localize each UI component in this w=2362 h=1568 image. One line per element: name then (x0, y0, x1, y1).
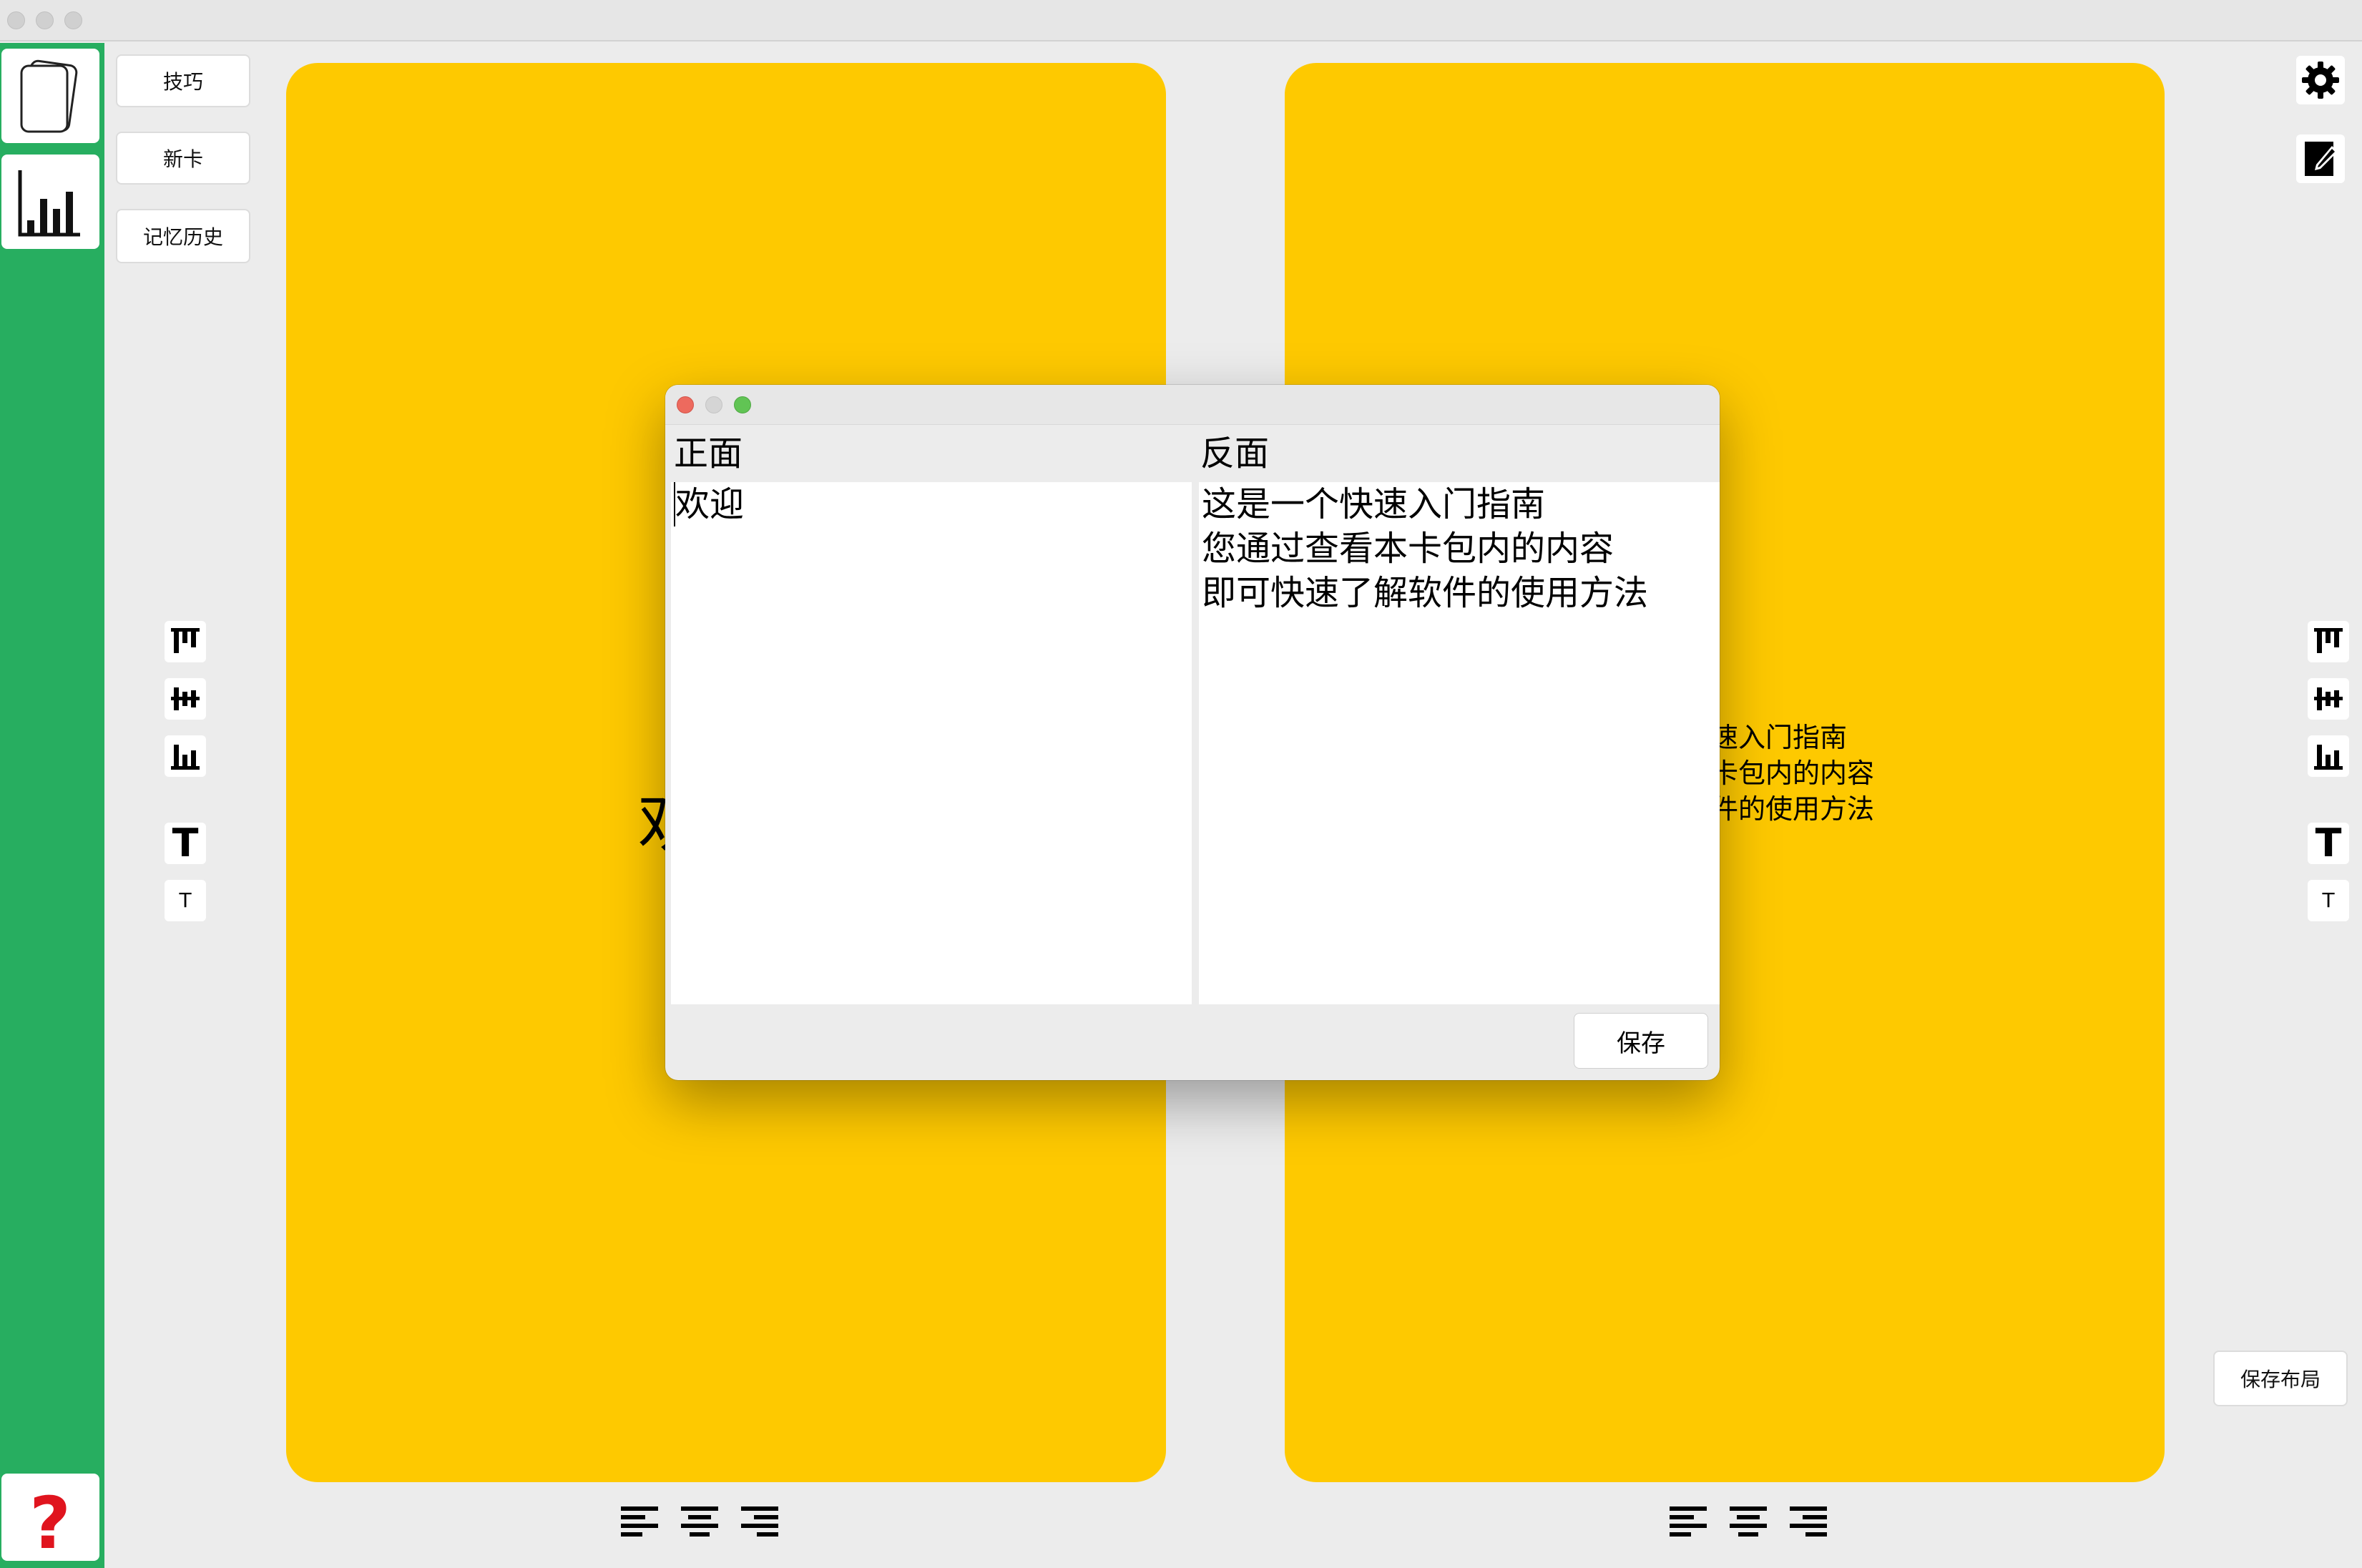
font-larger-icon: T (2315, 820, 2342, 866)
sidebar-item-stats[interactable] (1, 155, 99, 249)
window-zoom-button[interactable] (64, 11, 82, 29)
front-text-align-right-icon[interactable] (740, 1504, 780, 1541)
gear-icon (2302, 62, 2339, 99)
font-smaller-icon: T (2322, 888, 2335, 912)
front-text-align-left-icon[interactable] (619, 1504, 660, 1541)
dialog-minimize-button[interactable] (705, 396, 722, 413)
align-top-button[interactable] (165, 621, 206, 662)
edit-icon (2305, 142, 2338, 176)
history-button[interactable]: 记忆历史 (116, 209, 250, 263)
tips-button[interactable]: 技巧 (116, 54, 250, 107)
front-column-header: 正面 (665, 425, 1192, 482)
front-text-editor[interactable]: 欢迎 (671, 482, 1192, 1004)
font-smaller-icon: T (179, 888, 192, 912)
back-font-larger-button[interactable]: T (2308, 823, 2349, 864)
card-deck-icon (20, 59, 78, 133)
save-layout-button[interactable]: 保存布局 (2213, 1351, 2348, 1406)
back-align-bottom-button[interactable] (2308, 735, 2349, 777)
back-text-line: 即可快速了解软件的使用方法 (1202, 573, 1649, 613)
sidebar: ? (0, 43, 104, 1568)
settings-button[interactable] (2296, 56, 2345, 104)
align-middle-button[interactable] (165, 678, 206, 720)
align-bottom-icon (2314, 745, 2343, 770)
align-top-icon (2314, 628, 2343, 653)
align-top-icon (171, 628, 200, 653)
front-text-align-center-icon[interactable] (680, 1504, 720, 1541)
sidebar-item-cards[interactable] (1, 49, 99, 143)
align-middle-icon (171, 687, 200, 710)
window-minimize-button[interactable] (36, 11, 54, 29)
font-smaller-button[interactable]: T (165, 880, 206, 921)
edit-card-dialog: 正面 反面 欢迎 这是一个快速入门指南 您通过查看本卡包内的内容 即可快速了解软… (665, 385, 1720, 1080)
svg-text:?: ? (29, 1481, 71, 1561)
edit-card-button[interactable] (2296, 134, 2345, 183)
save-button[interactable]: 保存 (1574, 1013, 1708, 1069)
back-text-align-left-icon[interactable] (1668, 1504, 1708, 1541)
window-titlebar (0, 0, 2362, 41)
stats-icon (18, 170, 80, 237)
back-card-line: 速入门指南 (1711, 722, 1848, 753)
back-align-middle-button[interactable] (2308, 678, 2349, 720)
back-card-text: 速入门指南 卡包内的内容 件的使用方法 (1711, 720, 1874, 827)
align-bottom-icon (171, 745, 200, 770)
back-text-editor[interactable]: 这是一个快速入门指南 您通过查看本卡包内的内容 即可快速了解软件的使用方法 (1199, 482, 1720, 1004)
back-card-line: 件的使用方法 (1711, 793, 1875, 825)
back-text-align-center-icon[interactable] (1728, 1504, 1768, 1541)
back-text-line: 这是一个快速入门指南 (1202, 484, 1546, 524)
back-text-line: 您通过查看本卡包内的内容 (1202, 529, 1614, 569)
front-text-line: 欢迎 (674, 482, 1189, 526)
font-larger-icon: T (172, 820, 199, 866)
font-larger-button[interactable]: T (165, 823, 206, 864)
align-bottom-button[interactable] (165, 735, 206, 777)
back-align-top-button[interactable] (2308, 621, 2349, 662)
dialog-zoom-button[interactable] (734, 396, 751, 413)
align-middle-icon (2314, 687, 2343, 710)
help-icon: ? (29, 1481, 71, 1565)
back-column-header: 反面 (1192, 425, 1720, 482)
new-card-button[interactable]: 新卡 (116, 132, 250, 185)
window-close-button[interactable] (7, 11, 25, 29)
dialog-close-button[interactable] (677, 396, 694, 413)
back-card-line: 卡包内的内容 (1711, 758, 1875, 789)
help-button[interactable]: ? (1, 1474, 99, 1565)
dialog-titlebar (665, 385, 1720, 425)
back-font-smaller-button[interactable]: T (2308, 880, 2349, 921)
back-text-align-right-icon[interactable] (1788, 1504, 1828, 1541)
